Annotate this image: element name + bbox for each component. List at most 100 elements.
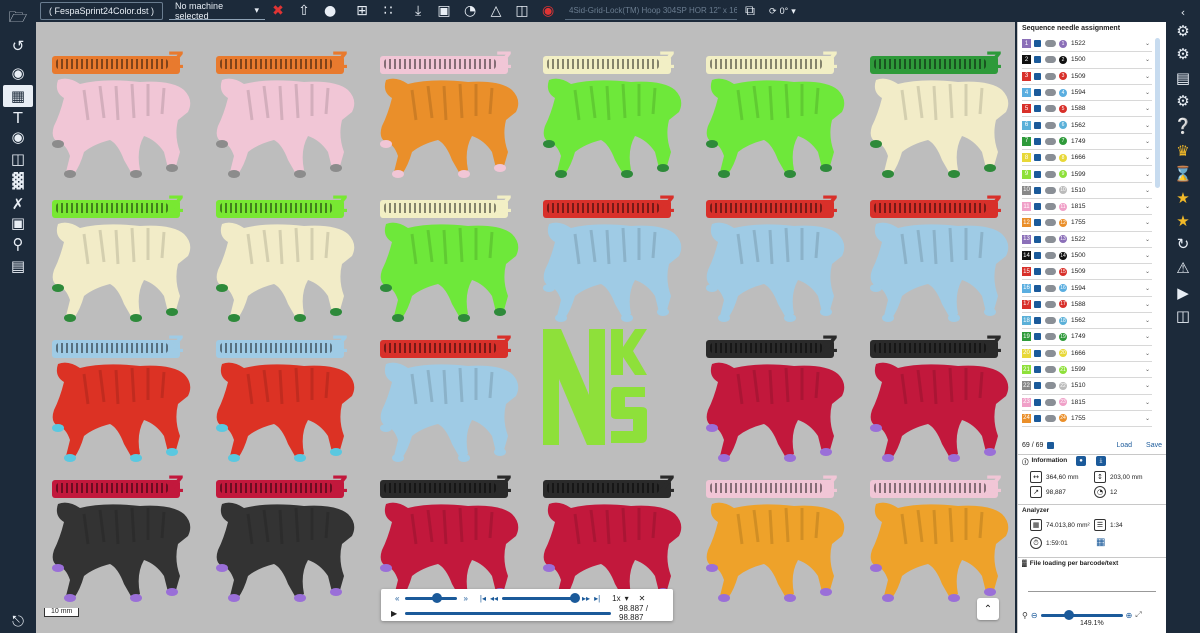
needle-checkbox[interactable] [1034, 121, 1041, 129]
skip-back-button[interactable]: |◂ [480, 594, 486, 603]
needle-checkbox[interactable] [1034, 300, 1041, 308]
skip-forward-button[interactable]: ▸| [594, 594, 600, 603]
chevron-down-icon[interactable]: ⌄ [1145, 317, 1150, 324]
needle-checkbox[interactable] [1034, 349, 1041, 357]
zoom-slider-knob[interactable] [1064, 609, 1075, 620]
needle-checkbox[interactable] [1034, 72, 1041, 80]
chevron-down-icon[interactable]: ⌄ [1145, 187, 1150, 194]
chevron-down-icon[interactable]: ⌄ [1145, 138, 1150, 145]
chevron-down-icon[interactable]: ⌄ [1145, 268, 1150, 275]
needle-checkbox[interactable] [1034, 154, 1041, 162]
needle-checkbox[interactable] [1034, 40, 1041, 48]
needle-row[interactable]: 19 19 1749 ⌄ [1022, 329, 1152, 346]
logout-icon[interactable]: ⎋ [6, 610, 30, 632]
thread-icon[interactable]: △ [483, 1, 509, 21]
needle-checkbox[interactable] [1034, 252, 1041, 259]
embroidery-design[interactable]: Z [44, 193, 194, 330]
embroidery-design[interactable]: Z [535, 49, 685, 186]
embroidery-design[interactable]: Z [862, 193, 1012, 330]
save-button[interactable]: Save [1146, 442, 1162, 449]
needle-checkbox[interactable] [1034, 235, 1041, 243]
embroidery-design[interactable]: Z [44, 333, 194, 470]
hourglass-icon[interactable]: ⌛ [1171, 163, 1195, 185]
needle-row[interactable]: 11 11 1815 ⌄ [1022, 199, 1152, 216]
chevron-down-icon[interactable]: ⌄ [1145, 203, 1150, 210]
chevron-down-icon[interactable]: ⌄ [1145, 154, 1150, 161]
needle-row[interactable]: 17 17 1588 ⌄ [1022, 297, 1152, 314]
chevron-down-icon[interactable]: ▾ [625, 594, 629, 603]
needle-row[interactable]: 4 4 1594 ⌄ [1022, 85, 1152, 102]
share-icon[interactable]: ⇧ [291, 1, 317, 21]
embroidery-design[interactable]: Z [698, 333, 848, 470]
chevron-down-icon[interactable]: ⌄ [1145, 382, 1150, 389]
needle-row[interactable]: 18 18 1562 ⌄ [1022, 313, 1152, 330]
needle-row[interactable]: 6 6 1562 ⌄ [1022, 117, 1152, 134]
embroidery-design[interactable]: Z [862, 49, 1012, 186]
chevron-down-icon[interactable]: ⌄ [1145, 399, 1150, 406]
image-icon[interactable]: ▣ [431, 1, 457, 21]
embroidery-design[interactable]: Z [44, 49, 194, 186]
needle-row[interactable]: 23 23 1815 ⌄ [1022, 395, 1152, 411]
position-slider-knob[interactable] [569, 592, 580, 603]
embroidery-design[interactable]: Z [208, 333, 358, 470]
embroidery-design[interactable]: Z [862, 333, 1012, 470]
speed-slider[interactable] [405, 592, 458, 603]
close-icon[interactable]: ✕ [639, 594, 646, 603]
fit-screen-icon[interactable]: ⤢ [1135, 610, 1141, 620]
barcode-icon[interactable]: ▓ [6, 170, 30, 192]
chevron-down-icon[interactable]: ⌄ [1145, 285, 1150, 292]
embroidery-design[interactable]: Z [44, 473, 194, 610]
chevron-down-icon[interactable]: ⌄ [1145, 171, 1150, 178]
play-button[interactable]: ▶ [391, 609, 397, 618]
needle-checkbox[interactable] [1034, 89, 1041, 97]
needle-row[interactable]: 24 24 1755 ⌄ [1022, 411, 1152, 428]
speed-slider-knob[interactable] [431, 592, 442, 603]
layers-icon[interactable]: ◫ [6, 148, 30, 170]
needle-checkbox[interactable] [1034, 284, 1041, 292]
load-button[interactable]: Load [1116, 442, 1132, 449]
document-icon[interactable]: ◫ [1171, 305, 1195, 327]
settings-icon[interactable]: ⚙ [1171, 20, 1195, 42]
needle-row[interactable]: 21 21 1599 ⌄ [1022, 362, 1152, 379]
circle-icon[interactable]: ● [317, 1, 343, 21]
cart-plus-icon[interactable]: ★ [1171, 187, 1195, 209]
embroidery-design[interactable]: Z [535, 193, 685, 330]
settings-plus-icon[interactable]: ⚙ [1171, 43, 1195, 65]
rewind-button[interactable]: « [395, 594, 399, 603]
needle-row[interactable]: 9 9 1599 ⌄ [1022, 166, 1152, 183]
embroidery-design[interactable]: Z [208, 193, 358, 330]
zoom-in-icon[interactable]: ⊕ [1126, 611, 1133, 620]
needle-checkbox[interactable] [1034, 382, 1041, 390]
needle-row[interactable]: 13 13 1522 ⌄ [1022, 232, 1152, 248]
speed-select[interactable]: 1x [612, 594, 620, 603]
needle-row[interactable]: 5 5 1588 ⌄ [1022, 101, 1152, 118]
alert-icon[interactable]: ⚠ [1171, 257, 1195, 279]
needle-checkbox[interactable] [1034, 56, 1041, 64]
nsk-design[interactable] [541, 325, 649, 449]
needle-checkbox[interactable] [1034, 170, 1041, 178]
needle-checkbox[interactable] [1034, 219, 1041, 227]
needle-checkbox[interactable] [1034, 414, 1041, 422]
needle-checkbox[interactable] [1034, 137, 1041, 145]
chart-icon[interactable]: ▤ [6, 255, 30, 277]
stitch-progress-bar[interactable] [405, 611, 611, 615]
needle-checkbox[interactable] [1034, 268, 1041, 276]
embroidery-design[interactable]: Z [208, 473, 358, 610]
chevron-down-icon[interactable]: ⌄ [1145, 89, 1150, 96]
grid-icon[interactable]: ∷ [375, 1, 401, 21]
history-icon[interactable]: ↺ [6, 35, 30, 57]
forward-button[interactable]: » [463, 594, 467, 603]
needle-checkbox[interactable] [1034, 186, 1041, 194]
add-design-icon[interactable]: ⊞ [349, 1, 375, 21]
folder-icon[interactable]: 🗁 [6, 8, 30, 30]
chevron-down-icon[interactable]: ⌄ [1145, 333, 1150, 340]
download-icon[interactable]: ⤓ [405, 1, 431, 21]
rotation-select[interactable]: ⟳ 0° ▾ [769, 6, 796, 17]
chevron-down-icon[interactable]: ⌄ [1145, 415, 1150, 422]
needle-checkbox[interactable] [1034, 333, 1041, 341]
needle-row[interactable]: 7 7 1749 ⌄ [1022, 134, 1152, 151]
chevron-down-icon[interactable]: ⌄ [1145, 219, 1150, 226]
hoop-select[interactable]: 4Sid-Grid-Lock(TM) Hoop 304SP HOR 12" x … [565, 2, 738, 20]
embroidery-design[interactable]: Z [372, 49, 522, 186]
camera-icon[interactable]: ◉ [6, 126, 30, 148]
